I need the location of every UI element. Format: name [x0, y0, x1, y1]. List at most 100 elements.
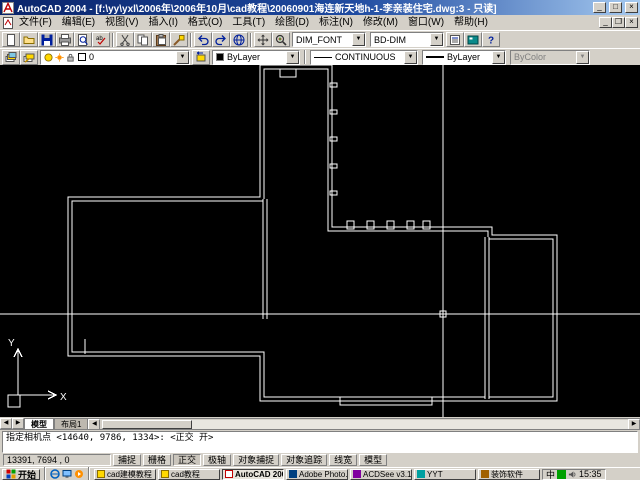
acdsee-icon: [353, 470, 361, 478]
autocad-window: AutoCAD 2004 - [f:\yy\yxl\2006年\2006年10月…: [0, 0, 640, 480]
ime-indicator[interactable]: 中: [546, 468, 555, 480]
match-properties-button[interactable]: [170, 32, 188, 47]
otrack-toggle[interactable]: 对象追踪: [281, 454, 327, 466]
tab-model[interactable]: 模型: [24, 418, 54, 429]
redo-button[interactable]: [212, 32, 230, 47]
task-cad-modeling-tutorial[interactable]: cad建模教程: [94, 469, 156, 480]
photoshop-icon: [289, 470, 297, 478]
text-style-combo[interactable]: DIM_FONT ▼: [292, 32, 366, 47]
tray-icon[interactable]: [557, 470, 566, 479]
tab-layout1[interactable]: 布局1: [54, 418, 88, 429]
open-button[interactable]: [20, 32, 38, 47]
mdi-minimize-icon[interactable]: _: [599, 17, 612, 28]
menu-edit[interactable]: 编辑(E): [57, 15, 100, 30]
layer-name: 0: [89, 52, 174, 62]
menu-window[interactable]: 窗口(W): [403, 15, 449, 30]
chevron-down-icon[interactable]: ▼: [430, 33, 443, 46]
hyperlink-button[interactable]: [230, 32, 248, 47]
dim-style-combo[interactable]: BD-DIM ▼: [370, 32, 444, 47]
menu-file[interactable]: 文件(F): [14, 15, 57, 30]
scroll-right-icon[interactable]: ▶: [628, 419, 640, 430]
task-photoshop[interactable]: Adobe Photo...: [286, 469, 348, 480]
close-icon[interactable]: ×: [625, 2, 638, 13]
designcenter-button[interactable]: [464, 32, 482, 47]
mdi-close-icon[interactable]: ×: [625, 17, 638, 28]
plot-preview-button[interactable]: [74, 32, 92, 47]
chevron-down-icon[interactable]: ▼: [286, 51, 299, 64]
scrollbar-thumb[interactable]: [102, 420, 192, 429]
toolbar-separator: [250, 33, 252, 47]
help-button[interactable]: ?: [482, 32, 500, 47]
minimize-icon[interactable]: _: [593, 2, 606, 13]
spelling-button[interactable]: ab: [92, 32, 110, 47]
chevron-down-icon[interactable]: ▼: [404, 51, 417, 64]
linetype-combo[interactable]: CONTINUOUS ▼: [310, 50, 418, 65]
copy-button[interactable]: [134, 32, 152, 47]
menu-dimension[interactable]: 标注(N): [314, 15, 358, 30]
pan-button[interactable]: [254, 32, 272, 47]
svg-text:?: ?: [488, 35, 494, 46]
chevron-down-icon[interactable]: ▼: [492, 51, 505, 64]
spell-check-icon: ab: [95, 34, 107, 46]
properties-button[interactable]: [446, 32, 464, 47]
model-space-toggle[interactable]: 模型: [359, 454, 387, 466]
lineweight-combo[interactable]: ByLayer ▼: [422, 50, 506, 65]
zoom-button[interactable]: [272, 32, 290, 47]
scroll-left-icon[interactable]: ◀: [88, 419, 100, 430]
task-autocad[interactable]: AutoCAD 200...: [222, 469, 284, 480]
osnap-toggle[interactable]: 对象捕捉: [233, 454, 279, 466]
ortho-toggle[interactable]: 正交: [173, 454, 201, 466]
new-button[interactable]: [2, 32, 20, 47]
task-acdsee[interactable]: ACDSee v3.1...: [350, 469, 412, 480]
menu-modify[interactable]: 修改(M): [358, 15, 403, 30]
task-yyt[interactable]: YYT: [414, 469, 476, 480]
show-desktop-icon[interactable]: [62, 469, 72, 479]
mdi-restore-icon[interactable]: ❐: [612, 17, 625, 28]
drawing-area[interactable]: Y X: [0, 65, 640, 417]
command-text-area[interactable]: 指定相机点 <14640, 9786, 1334>: <正交 开>: [2, 431, 638, 453]
menu-insert[interactable]: 插入(I): [143, 15, 182, 30]
menu-help[interactable]: 帮助(H): [449, 15, 493, 30]
floorplan-outer-walls: [70, 67, 555, 399]
chevron-down-icon[interactable]: ▼: [176, 51, 189, 64]
plot-button[interactable]: [56, 32, 74, 47]
layer-previous-button[interactable]: [192, 50, 210, 65]
internet-explorer-icon[interactable]: [50, 469, 60, 479]
start-button[interactable]: 开始: [2, 469, 40, 480]
tab-scroll-left-icon[interactable]: ◀: [0, 418, 12, 429]
polar-toggle[interactable]: 极轴: [203, 454, 231, 466]
grid-toggle[interactable]: 栅格: [143, 454, 171, 466]
menu-view[interactable]: 视图(V): [100, 15, 143, 30]
layer-freeze-sun-icon: [55, 53, 64, 62]
menu-tools[interactable]: 工具(T): [227, 15, 270, 30]
layer-combo[interactable]: 0 ▼: [40, 50, 190, 65]
plot-style-value: ByColor: [514, 52, 574, 62]
task-cad-tutorial[interactable]: cad教程: [158, 469, 220, 480]
media-player-icon[interactable]: [74, 469, 84, 479]
save-button[interactable]: [38, 32, 56, 47]
volume-icon[interactable]: [568, 470, 577, 479]
color-chip: [216, 53, 224, 61]
horizontal-scrollbar[interactable]: ◀ ▶: [88, 418, 640, 429]
menu-format[interactable]: 格式(O): [183, 15, 227, 30]
maximize-icon[interactable]: □: [609, 2, 622, 13]
snap-toggle[interactable]: 捕捉: [113, 454, 141, 466]
layer-states-button[interactable]: [20, 50, 38, 65]
cut-button[interactable]: [116, 32, 134, 47]
chevron-down-icon[interactable]: ▼: [352, 33, 365, 46]
save-floppy-icon: [41, 34, 53, 46]
undo-button[interactable]: [194, 32, 212, 47]
taskbar-separator: [44, 467, 46, 480]
menu-draw[interactable]: 绘图(D): [270, 15, 314, 30]
scrollbar-track[interactable]: [192, 420, 628, 429]
task-decor-software[interactable]: 装饰软件: [478, 469, 540, 480]
coordinates-readout[interactable]: 13391, 7694 , 0: [3, 454, 111, 466]
tab-scroll-right-icon[interactable]: ▶: [12, 418, 24, 429]
clock[interactable]: 15:35: [579, 469, 602, 479]
paintbrush-icon: [173, 34, 185, 46]
floorplan-outer-walls-core: [70, 67, 555, 399]
lineweight-toggle[interactable]: 线宽: [329, 454, 357, 466]
paste-button[interactable]: [152, 32, 170, 47]
color-combo[interactable]: ByLayer ▼: [212, 50, 300, 65]
layer-manager-button[interactable]: [2, 50, 20, 65]
